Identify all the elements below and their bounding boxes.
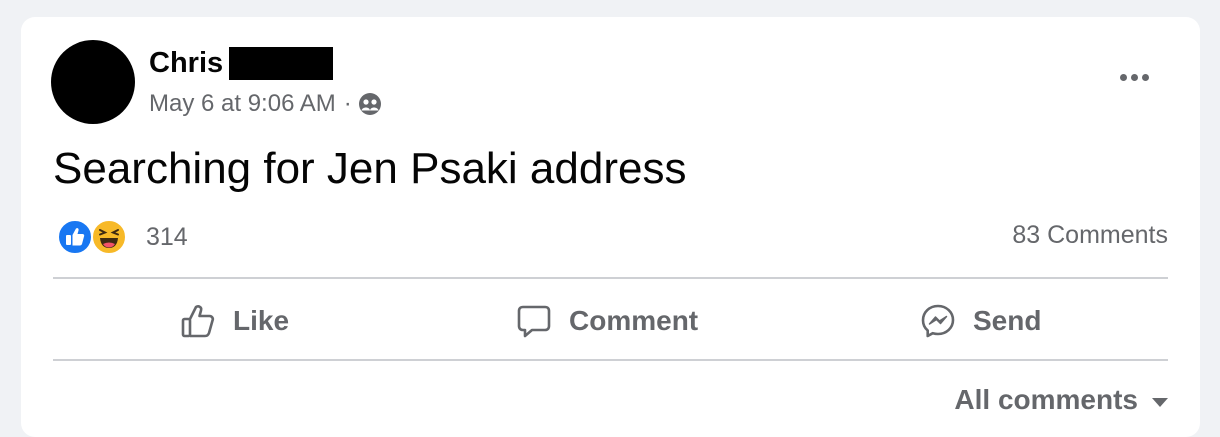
comment-sort-dropdown[interactable]: All comments xyxy=(954,381,1168,419)
messenger-icon xyxy=(921,304,955,338)
haha-reaction-icon xyxy=(91,219,127,255)
like-button[interactable]: Like xyxy=(179,301,289,341)
comment-button[interactable]: Comment xyxy=(515,301,698,341)
caret-down-icon xyxy=(1152,397,1168,407)
post-card: Chris May 6 at 9:06 AM · Searching for J… xyxy=(21,17,1200,437)
send-button[interactable]: Send xyxy=(919,301,1041,341)
author-name[interactable]: Chris xyxy=(149,45,223,81)
reaction-icons xyxy=(57,217,131,257)
comment-sort-label: All comments xyxy=(954,384,1138,415)
avatar[interactable] xyxy=(51,40,135,124)
comments-count[interactable]: 83 Comments xyxy=(1012,221,1168,250)
post-text: Searching for Jen Psaki address xyxy=(53,144,687,193)
comment-label: Comment xyxy=(569,305,699,336)
meta-separator: · xyxy=(343,90,352,117)
like-label: Like xyxy=(233,305,290,336)
more-options-icon[interactable] xyxy=(1114,65,1154,89)
like-icon xyxy=(181,305,215,338)
redaction-bar xyxy=(229,46,334,80)
divider xyxy=(53,277,1168,279)
send-label: Send xyxy=(973,305,1042,336)
post-meta: May 6 at 9:06 AM · xyxy=(149,87,382,121)
divider xyxy=(53,359,1168,361)
post-timestamp[interactable]: May 6 at 9:06 AM xyxy=(149,90,336,118)
reaction-count[interactable]: 314 xyxy=(146,223,188,252)
comment-icon xyxy=(517,305,551,338)
like-reaction-icon xyxy=(57,219,93,255)
friends-icon[interactable] xyxy=(358,92,382,116)
author-row: Chris xyxy=(149,45,334,81)
reactions-summary[interactable]: 314 xyxy=(57,217,188,257)
